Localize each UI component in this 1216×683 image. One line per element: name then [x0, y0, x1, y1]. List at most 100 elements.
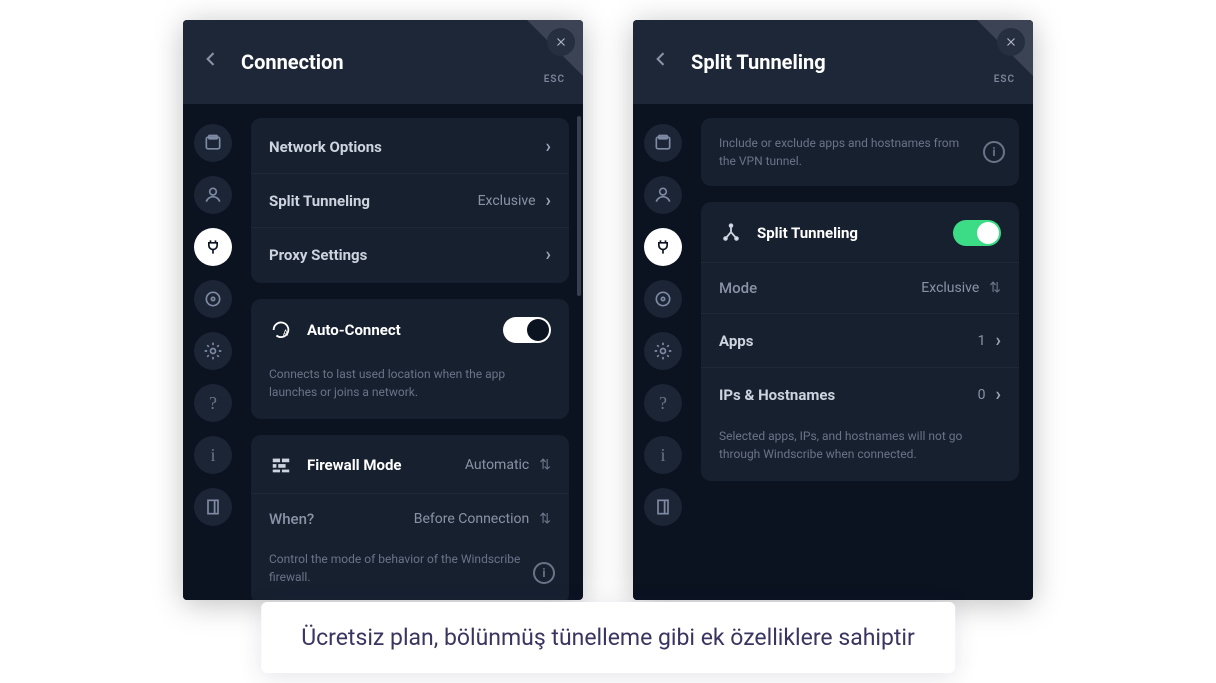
split-tunneling-toggle-row[interactable]: Split Tunneling	[701, 204, 1019, 262]
firewall-icon	[269, 453, 293, 477]
row-label: Mode	[719, 279, 921, 297]
sidebar-logout[interactable]	[194, 488, 232, 526]
caption: Ücretsiz plan, bölünmüş tünelleme gibi e…	[261, 602, 955, 673]
sidebar-general[interactable]	[194, 124, 232, 162]
proxy-settings-row[interactable]: Proxy Settings ›	[251, 227, 569, 281]
sidebar-general[interactable]	[644, 124, 682, 162]
back-button[interactable]	[201, 49, 221, 75]
autoconnect-row[interactable]: A Auto-Connect	[251, 301, 569, 359]
firewall-mode-row[interactable]: Firewall Mode Automatic ⇅	[251, 437, 569, 493]
sidebar-help[interactable]: ?	[644, 384, 682, 422]
firewall-card: Firewall Mode Automatic ⇅ When? Before C…	[251, 435, 569, 600]
split-tunneling-toggle[interactable]	[953, 220, 1001, 246]
window-icon	[203, 133, 223, 153]
sidebar-connection[interactable]	[644, 228, 682, 266]
svg-text:A: A	[283, 329, 289, 339]
network-options-row[interactable]: Network Options ›	[251, 120, 569, 173]
user-icon	[203, 185, 223, 205]
split-icon	[719, 221, 743, 245]
info-icon[interactable]: i	[983, 141, 1005, 163]
updown-icon: ⇅	[539, 457, 551, 473]
door-icon	[203, 497, 223, 517]
firewall-desc-text: Control the mode of behavior of the Wind…	[269, 552, 520, 584]
close-button[interactable]	[997, 28, 1025, 56]
scrollbar[interactable]	[577, 116, 581, 296]
sidebar-settings[interactable]	[644, 332, 682, 370]
updown-icon: ⇅	[989, 280, 1001, 296]
connection-list-card: Network Options › Split Tunneling Exclus…	[251, 118, 569, 283]
autoconnect-toggle[interactable]	[503, 317, 551, 343]
door-icon	[653, 497, 673, 517]
sidebar-connection[interactable]	[194, 228, 232, 266]
page-title: Connection	[241, 50, 565, 74]
back-button[interactable]	[651, 49, 671, 75]
row-label: Split Tunneling	[269, 192, 478, 210]
gear-icon	[653, 341, 673, 361]
row-label: Auto-Connect	[307, 321, 503, 339]
sidebar: ? i	[183, 104, 243, 600]
chevron-left-icon	[651, 49, 671, 69]
row-value: 0	[978, 387, 986, 403]
info-card: Include or exclude apps and hostnames fr…	[701, 118, 1019, 186]
autoconnect-card: A Auto-Connect Connects to last used loc…	[251, 299, 569, 419]
chevron-right-icon: ›	[996, 384, 1001, 405]
sidebar-help[interactable]: ?	[194, 384, 232, 422]
firewall-desc: Control the mode of behavior of the Wind…	[251, 544, 569, 600]
row-label: Proxy Settings	[269, 246, 546, 264]
connection-window: Connection ESC ?	[183, 20, 583, 600]
split-tunneling-card: Split Tunneling Mode Exclusive ⇅ Apps 1 …	[701, 202, 1019, 481]
close-icon	[554, 35, 568, 49]
chevron-right-icon: ›	[546, 190, 551, 211]
row-label: When?	[269, 510, 414, 528]
target-icon	[653, 289, 673, 309]
row-label: Split Tunneling	[757, 224, 953, 242]
window-icon	[653, 133, 673, 153]
row-value: 1	[978, 333, 986, 349]
row-label: IPs & Hostnames	[719, 386, 978, 404]
row-label: Firewall Mode	[307, 456, 465, 474]
chevron-right-icon: ›	[996, 330, 1001, 351]
header: Connection ESC	[183, 20, 583, 104]
apps-row[interactable]: Apps 1 ›	[701, 313, 1019, 367]
plug-icon	[203, 237, 223, 257]
split-tunneling-window: Split Tunneling ESC ?	[633, 20, 1033, 600]
target-icon	[203, 289, 223, 309]
content: Include or exclude apps and hostnames fr…	[693, 104, 1033, 600]
close-button[interactable]	[547, 28, 575, 56]
split-tunneling-row[interactable]: Split Tunneling Exclusive ›	[251, 173, 569, 227]
info-text: Include or exclude apps and hostnames fr…	[719, 136, 959, 168]
sidebar: ? i	[633, 104, 693, 600]
row-label: Network Options	[269, 138, 546, 156]
user-icon	[653, 185, 673, 205]
chevron-left-icon	[201, 49, 221, 69]
sidebar-logout[interactable]	[644, 488, 682, 526]
content: Network Options › Split Tunneling Exclus…	[243, 104, 583, 600]
autoconnect-desc: Connects to last used location when the …	[251, 359, 569, 417]
close-icon	[1004, 35, 1018, 49]
row-value: Exclusive	[921, 280, 979, 296]
header: Split Tunneling ESC	[633, 20, 1033, 104]
info-icon[interactable]: i	[533, 562, 555, 584]
row-value: Before Connection	[414, 511, 530, 527]
updown-icon: ⇅	[539, 511, 551, 527]
sidebar-settings[interactable]	[194, 332, 232, 370]
chevron-right-icon: ›	[546, 136, 551, 157]
sidebar-account[interactable]	[194, 176, 232, 214]
row-label: Apps	[719, 332, 978, 350]
info-desc: Include or exclude apps and hostnames fr…	[701, 120, 1019, 184]
hosts-row[interactable]: IPs & Hostnames 0 ›	[701, 367, 1019, 421]
sidebar-account[interactable]	[644, 176, 682, 214]
sidebar-robert[interactable]	[194, 280, 232, 318]
row-value: Automatic	[465, 457, 529, 473]
mode-row[interactable]: Mode Exclusive ⇅	[701, 262, 1019, 313]
autoconnect-icon: A	[269, 318, 293, 342]
sidebar-robert[interactable]	[644, 280, 682, 318]
gear-icon	[203, 341, 223, 361]
footer-desc: Selected apps, IPs, and hostnames will n…	[701, 421, 1019, 479]
page-title: Split Tunneling	[691, 50, 1015, 74]
sidebar-about[interactable]: i	[194, 436, 232, 474]
firewall-when-row[interactable]: When? Before Connection ⇅	[251, 493, 569, 544]
sidebar-about[interactable]: i	[644, 436, 682, 474]
chevron-right-icon: ›	[546, 244, 551, 265]
plug-icon	[653, 237, 673, 257]
